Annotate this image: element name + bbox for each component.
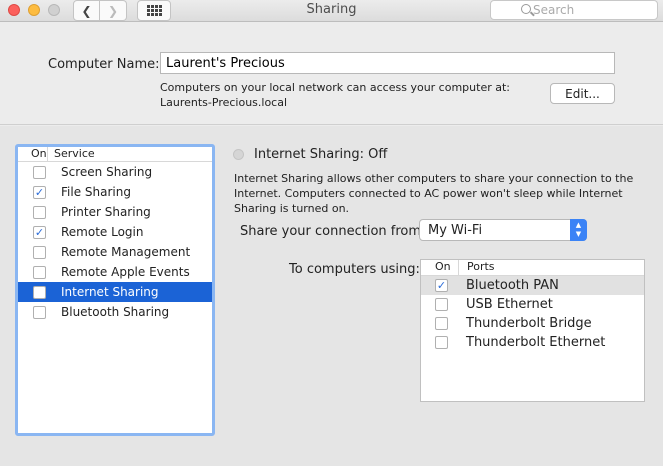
port-row[interactable]: Thunderbolt Bridge: [421, 314, 644, 333]
edit-button[interactable]: Edit...: [550, 83, 615, 104]
service-label: Internet Sharing: [61, 285, 159, 299]
search-icon: [521, 4, 531, 14]
port-checkbox[interactable]: [435, 298, 448, 311]
share-from-label: Share your connection from:: [240, 224, 426, 239]
port-checkbox[interactable]: [435, 317, 448, 330]
share-from-select[interactable]: My Wi-Fi ▲ ▼: [419, 219, 587, 241]
port-checkbox[interactable]: ✓: [435, 279, 448, 292]
checkmark-icon: ✓: [34, 185, 45, 199]
service-label: Remote Management: [61, 245, 191, 259]
port-row[interactable]: Thunderbolt Ethernet: [421, 333, 644, 352]
service-row[interactable]: Remote Apple Events: [18, 262, 212, 282]
service-checkbox[interactable]: [33, 305, 46, 319]
port-checkbox[interactable]: [435, 336, 448, 349]
service-label: Printer Sharing: [61, 205, 151, 219]
service-checkbox[interactable]: [33, 265, 46, 279]
port-label: USB Ethernet: [466, 297, 553, 312]
internet-sharing-description: Internet Sharing allows other computers …: [234, 172, 634, 215]
on-column-header[interactable]: On: [18, 147, 48, 161]
ports-list[interactable]: On Ports ✓ Bluetooth PAN USB Ethernet Thund…: [420, 259, 645, 402]
search-field[interactable]: Search: [490, 0, 658, 20]
service-row[interactable]: Bluetooth Sharing: [18, 302, 212, 322]
service-list[interactable]: On Service Screen Sharing ✓ File Sharing Pr…: [15, 144, 215, 436]
local-hostname: Laurents-Precious.local: [160, 96, 288, 109]
service-row[interactable]: ✓ File Sharing: [18, 182, 212, 202]
internet-sharing-status: Internet Sharing: Off: [254, 147, 388, 162]
port-label: Thunderbolt Ethernet: [466, 335, 606, 350]
checkmark-icon: ✓: [34, 225, 45, 239]
computer-name-section: Computer Name: Computers on your local n…: [0, 23, 663, 125]
service-label: Bluetooth Sharing: [61, 305, 170, 319]
to-computers-label: To computers using:: [289, 262, 420, 277]
service-label: Screen Sharing: [61, 165, 153, 179]
service-checkbox[interactable]: [33, 205, 46, 219]
ports-column-header[interactable]: Ports: [459, 260, 495, 275]
status-indicator-icon: [233, 149, 244, 160]
service-row[interactable]: ✓ Remote Login: [18, 222, 212, 242]
computer-name-label: Computer Name:: [48, 57, 160, 72]
share-from-value: My Wi-Fi: [428, 223, 483, 238]
service-list-header: On Service: [18, 147, 212, 162]
title-bar: ❮ ❯ Sharing Search: [0, 0, 663, 22]
checkmark-icon: ✓: [436, 279, 447, 292]
service-label: Remote Apple Events: [61, 265, 190, 279]
service-checkbox[interactable]: ✓: [33, 225, 46, 239]
service-row[interactable]: Internet Sharing: [18, 282, 212, 302]
service-label: Remote Login: [61, 225, 144, 239]
service-label: File Sharing: [61, 185, 131, 199]
service-checkbox[interactable]: [33, 285, 46, 299]
port-label: Bluetooth PAN: [466, 278, 559, 293]
search-placeholder: Search: [533, 3, 575, 17]
service-checkbox[interactable]: [33, 245, 46, 259]
service-checkbox[interactable]: [33, 165, 46, 179]
service-row[interactable]: Remote Management: [18, 242, 212, 262]
service-column-header[interactable]: Service: [48, 147, 95, 161]
address-intro: Computers on your local network can acce…: [160, 81, 510, 94]
service-row[interactable]: Printer Sharing: [18, 202, 212, 222]
port-row[interactable]: USB Ethernet: [421, 295, 644, 314]
computer-address-description: Computers on your local network can acce…: [160, 80, 510, 110]
service-checkbox[interactable]: ✓: [33, 185, 46, 199]
port-label: Thunderbolt Bridge: [466, 316, 592, 331]
ports-on-column-header[interactable]: On: [421, 260, 459, 275]
service-row[interactable]: Screen Sharing: [18, 162, 212, 182]
port-row[interactable]: ✓ Bluetooth PAN: [421, 276, 644, 295]
computer-name-input[interactable]: [160, 52, 615, 74]
ports-list-header: On Ports: [421, 260, 644, 276]
up-down-arrows-icon: ▲ ▼: [570, 219, 587, 241]
